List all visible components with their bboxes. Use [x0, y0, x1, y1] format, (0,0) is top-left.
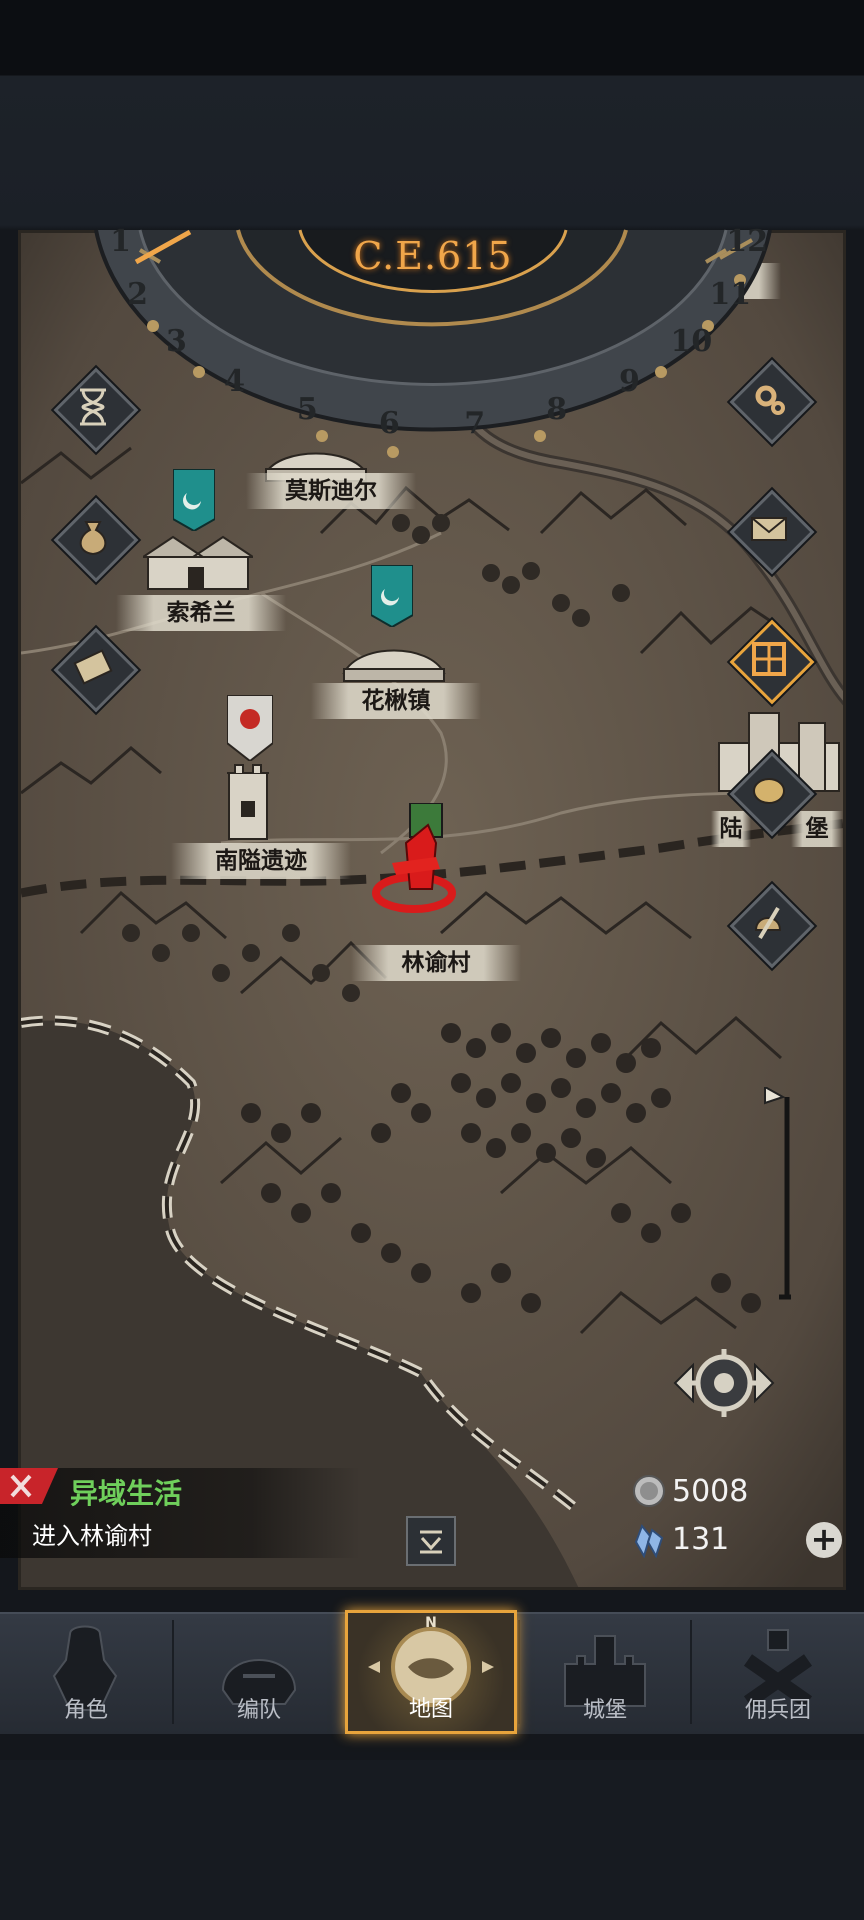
town-label-linyucun[interactable]: 林谕村 [351, 945, 521, 981]
silver-coin-icon [633, 1475, 665, 1507]
sword-helmet-button[interactable] [729, 883, 815, 969]
money-bag-icon [79, 521, 107, 556]
town-label-nanyi[interactable]: 南隘遗迹 [171, 843, 351, 879]
mail-button[interactable] [729, 489, 815, 575]
add-currency-button[interactable]: + [806, 1522, 842, 1558]
nav-tab-castle[interactable]: 城堡 [519, 1612, 691, 1732]
quest-subtitle[interactable]: 进入林谕村 [32, 1516, 152, 1551]
grid-window-icon [752, 642, 786, 676]
scroll-map-button[interactable] [53, 627, 139, 713]
money-bag-button[interactable] [53, 497, 139, 583]
ruin-tower-nanyi[interactable] [223, 761, 273, 845]
bottom-band [0, 1760, 864, 1920]
town-label-mosidier[interactable]: 莫斯迪尔 [246, 473, 416, 509]
mail-icon [751, 517, 787, 541]
hourglass-button[interactable] [53, 367, 139, 453]
nav-label: 编队 [236, 1698, 281, 1723]
quest-title[interactable]: 异域生活 [70, 1472, 182, 1512]
crystal-amount: 131 [672, 1522, 730, 1557]
nav-tab-character[interactable]: 角色 [0, 1612, 172, 1732]
window-button[interactable] [729, 619, 815, 705]
calendar-month-number: 4 [224, 363, 245, 399]
calendar-month-number: 3 [166, 324, 187, 360]
nav-tab-map[interactable]: N 地图 [345, 1610, 517, 1734]
calendar-month-number: 8 [546, 391, 568, 427]
town-building-suoxilan[interactable] [139, 533, 257, 597]
locate-button[interactable] [669, 1343, 779, 1423]
calendar-month-number: 6 [378, 406, 400, 442]
calendar-month-number: 7 [464, 406, 486, 442]
coin-button[interactable] [729, 751, 815, 837]
calendar-month-number: 9 [619, 363, 640, 399]
silver-amount: 5008 [672, 1474, 749, 1509]
crystal-icon [634, 1524, 664, 1558]
player-location-marker[interactable] [366, 802, 466, 917]
chevron-down-icon [420, 1530, 442, 1554]
faction-banner-teal [370, 564, 414, 629]
gear-icon [755, 385, 785, 415]
faction-banner-teal [172, 468, 216, 533]
calendar-month-number: 5 [296, 391, 318, 427]
scroll-map-icon [73, 649, 113, 685]
hourglass-icon [80, 388, 106, 426]
zoom-slider[interactable] [761, 1085, 791, 1557]
calendar-month-number: 10 [670, 324, 713, 360]
sword-helmet-icon [754, 906, 782, 940]
calendar-month-number: 12 [726, 224, 769, 260]
settings-button[interactable] [729, 359, 815, 445]
calendar-year: C.E.615 [353, 234, 513, 278]
nav-label: 地图 [408, 1697, 453, 1722]
nav-label: 佣兵团 [744, 1698, 811, 1723]
town-label-huaqiuzhen[interactable]: 花楸镇 [311, 683, 481, 719]
calendar-month-number: 2 [127, 276, 148, 312]
quest-tag-icon [0, 1468, 58, 1504]
nav-label: 城堡 [582, 1698, 627, 1723]
nav-label: 角色 [63, 1698, 108, 1723]
coin-icon [753, 778, 785, 804]
calendar-month-number: 11 [709, 276, 752, 312]
town-label-suoxilan[interactable]: 索希兰 [116, 595, 286, 631]
collapse-button[interactable] [406, 1516, 456, 1566]
nav-tab-mercenary[interactable]: 佣兵团 [692, 1612, 864, 1732]
faction-banner-red [226, 694, 274, 763]
nav-tab-formation[interactable]: 编队 [173, 1612, 345, 1732]
calendar-month-number: 1 [110, 224, 132, 260]
town-building-huaqiuzhen[interactable] [339, 633, 449, 687]
